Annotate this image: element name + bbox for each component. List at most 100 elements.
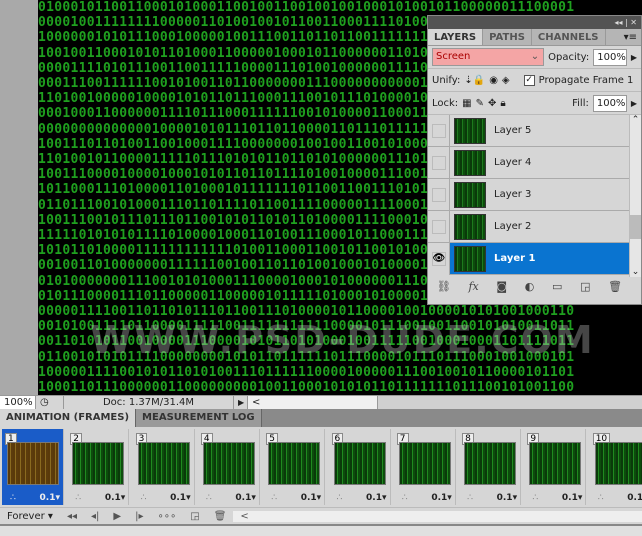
layer-row[interactable]: Layer 2 bbox=[428, 210, 641, 243]
unify-style-icon[interactable]: ◈ bbox=[502, 75, 510, 86]
frame-delay-value: 0.1 bbox=[561, 493, 578, 503]
disposal-icon[interactable]: ∴ bbox=[532, 493, 538, 503]
disposal-icon[interactable]: ∴ bbox=[206, 493, 212, 503]
animation-frame[interactable]: 1 ∴ 0.1▾ bbox=[2, 429, 64, 505]
disposal-icon[interactable]: ∴ bbox=[402, 493, 408, 503]
frame-delay-value: 0.1 bbox=[496, 493, 513, 503]
next-frame-icon[interactable]: |▸ bbox=[128, 511, 150, 522]
animation-controls: Forever ▾ ◂◂ ◂| ▶ |▸ ∘∘∘ ◲ 🗑︎ < bbox=[0, 507, 642, 524]
opacity-slider-arrow[interactable]: ▶ bbox=[631, 53, 637, 62]
frames-scroll-left[interactable]: < bbox=[233, 510, 642, 522]
frame-delay[interactable]: 0.1▾ bbox=[627, 493, 642, 503]
fill-input[interactable]: 100% bbox=[592, 94, 627, 112]
visibility-toggle[interactable] bbox=[431, 155, 446, 170]
play-icon[interactable]: ▶ bbox=[106, 511, 128, 522]
visibility-toggle[interactable] bbox=[431, 123, 446, 138]
new-layer-icon[interactable]: ◲ bbox=[580, 280, 590, 293]
horizontal-scrollbar[interactable] bbox=[378, 395, 642, 410]
blend-mode-select[interactable]: Screen ⌄ bbox=[432, 48, 545, 66]
disposal-icon[interactable]: ∴ bbox=[467, 493, 473, 503]
frame-delay[interactable]: 0.1▾ bbox=[170, 493, 190, 503]
fx-icon[interactable]: fx bbox=[468, 280, 478, 293]
tab-channels[interactable]: CHANNELS bbox=[532, 29, 606, 45]
frame-thumbnail bbox=[464, 442, 517, 485]
animation-frame[interactable]: 3 ∴ 0.1▾ bbox=[133, 429, 195, 505]
first-frame-icon[interactable]: ◂◂ bbox=[60, 511, 84, 522]
layer-thumbnail bbox=[454, 245, 486, 272]
frame-delay-value: 0.1 bbox=[366, 493, 382, 503]
add-mask-icon[interactable]: ◙ bbox=[496, 280, 507, 293]
delete-frame-icon[interactable]: 🗑︎ bbox=[207, 511, 234, 522]
frame-delay[interactable]: 0.1▾ bbox=[431, 493, 451, 503]
visibility-toggle[interactable] bbox=[431, 219, 446, 234]
frame-delay[interactable]: 0.1▾ bbox=[105, 493, 125, 503]
unify-visibility-icon[interactable]: ◉ bbox=[489, 75, 498, 86]
collapse-panel-button[interactable]: ◂◂ | ✕ bbox=[428, 16, 641, 29]
tab-layers[interactable]: LAYERS bbox=[428, 29, 484, 45]
frame-thumbnail bbox=[529, 442, 582, 485]
animation-frame[interactable]: 9 ∴ 0.1▾ bbox=[524, 429, 587, 505]
animation-frame[interactable]: 8 ∴ 0.1▾ bbox=[459, 429, 522, 505]
layer-row[interactable]: Layer 5 bbox=[428, 114, 641, 147]
panel-menu-icon[interactable]: ▾≡ bbox=[606, 29, 641, 45]
layer-thumbnail bbox=[454, 181, 486, 208]
new-group-icon[interactable]: ▭ bbox=[552, 280, 562, 293]
lock-transparency-icon[interactable]: ▦ bbox=[462, 98, 471, 109]
animation-frame[interactable]: 10∴0.1▾ bbox=[590, 429, 642, 505]
disposal-icon[interactable]: ∴ bbox=[141, 493, 147, 503]
frames-strip: 1 ∴ 0.1▾ 2 ∴ 0.1▾ 3 ∴ 0.1▾ 4 ∴ 0.1▾ 5 ∴ 0.1▾ 6 ∴ 0.1▾ 7 ∴ 0.… bbox=[0, 427, 642, 507]
propagate-checkbox[interactable]: ✓ bbox=[523, 74, 535, 86]
visibility-toggle[interactable] bbox=[431, 187, 446, 202]
animation-frame[interactable]: 6 ∴ 0.1▾ bbox=[329, 429, 391, 505]
tween-icon[interactable]: ∘∘∘ bbox=[150, 511, 183, 522]
frame-delay[interactable]: 0.1▾ bbox=[497, 493, 517, 503]
frame-delay[interactable]: 0.1▾ bbox=[301, 493, 321, 503]
loop-select[interactable]: Forever ▾ bbox=[0, 511, 60, 522]
h-scroll-left[interactable]: < bbox=[248, 395, 378, 410]
layer-row-selected[interactable]: 👁︎ Layer 1 bbox=[428, 242, 641, 275]
disposal-icon[interactable]: ∴ bbox=[75, 493, 81, 503]
duplicate-frame-icon[interactable]: ◲ bbox=[183, 511, 206, 522]
disposal-icon[interactable]: ∴ bbox=[271, 493, 277, 503]
status-icon[interactable]: ◷ bbox=[36, 395, 64, 410]
link-layers-icon[interactable]: ⛓ bbox=[437, 280, 451, 293]
status-menu-arrow[interactable]: ▶ bbox=[234, 395, 248, 410]
lock-all-icon[interactable]: 🔒︎ bbox=[500, 98, 505, 109]
animation-frame[interactable]: 2 ∴ 0.1▾ bbox=[67, 429, 130, 505]
lock-paint-icon[interactable]: ✎ bbox=[476, 98, 484, 109]
animation-frame[interactable]: 5 ∴ 0.1▾ bbox=[263, 429, 326, 505]
unify-position-icon[interactable]: ⇣🔒 bbox=[464, 75, 485, 86]
tab-measurement-log[interactable]: MEASUREMENT LOG bbox=[136, 409, 262, 427]
frame-delay[interactable]: 0.1▾ bbox=[40, 493, 60, 503]
frame-delay[interactable]: 0.1▾ bbox=[366, 493, 386, 503]
animation-frame[interactable]: 7 ∴ 0.1▾ bbox=[394, 429, 456, 505]
layer-row[interactable]: Layer 4 bbox=[428, 146, 641, 179]
previous-frame-icon[interactable]: ◂| bbox=[84, 511, 106, 522]
loop-value: Forever bbox=[7, 510, 45, 522]
trash-icon[interactable]: 🗑︎ bbox=[608, 280, 622, 293]
scroll-down-icon[interactable]: ⌄ bbox=[630, 267, 641, 277]
animation-frame[interactable]: 4 ∴ 0.1▾ bbox=[198, 429, 260, 505]
frame-thumbnail bbox=[7, 442, 59, 485]
layers-scrollbar[interactable]: ⌃ ⌄ bbox=[629, 115, 641, 277]
layer-thumbnail bbox=[454, 149, 486, 176]
opacity-input[interactable]: 100% bbox=[593, 48, 627, 66]
disposal-icon[interactable]: ∴ bbox=[10, 493, 16, 503]
scroll-up-icon[interactable]: ⌃ bbox=[630, 115, 641, 125]
disposal-icon[interactable]: ∴ bbox=[598, 493, 604, 503]
lock-position-icon[interactable]: ✥ bbox=[488, 98, 496, 109]
layer-row[interactable]: Layer 3 bbox=[428, 178, 641, 211]
frame-delay[interactable]: 0.1▾ bbox=[235, 493, 255, 503]
frame-delay[interactable]: 0.1▾ bbox=[562, 493, 582, 503]
zoom-level[interactable]: 100% bbox=[0, 395, 36, 410]
frame-delay-value: 0.1 bbox=[235, 493, 252, 503]
scroll-thumb[interactable] bbox=[630, 215, 641, 239]
eye-icon[interactable]: 👁︎ bbox=[431, 251, 446, 266]
tab-animation-frames[interactable]: ANIMATION (FRAMES) bbox=[0, 409, 137, 427]
blend-mode-value: Screen bbox=[436, 51, 471, 62]
disposal-icon[interactable]: ∴ bbox=[337, 493, 343, 503]
adjustment-layer-icon[interactable]: ◐ bbox=[525, 280, 535, 293]
frame-thumbnail bbox=[268, 442, 321, 485]
tab-paths[interactable]: PATHS bbox=[483, 29, 532, 45]
fill-slider-arrow[interactable]: ▶ bbox=[631, 99, 637, 108]
